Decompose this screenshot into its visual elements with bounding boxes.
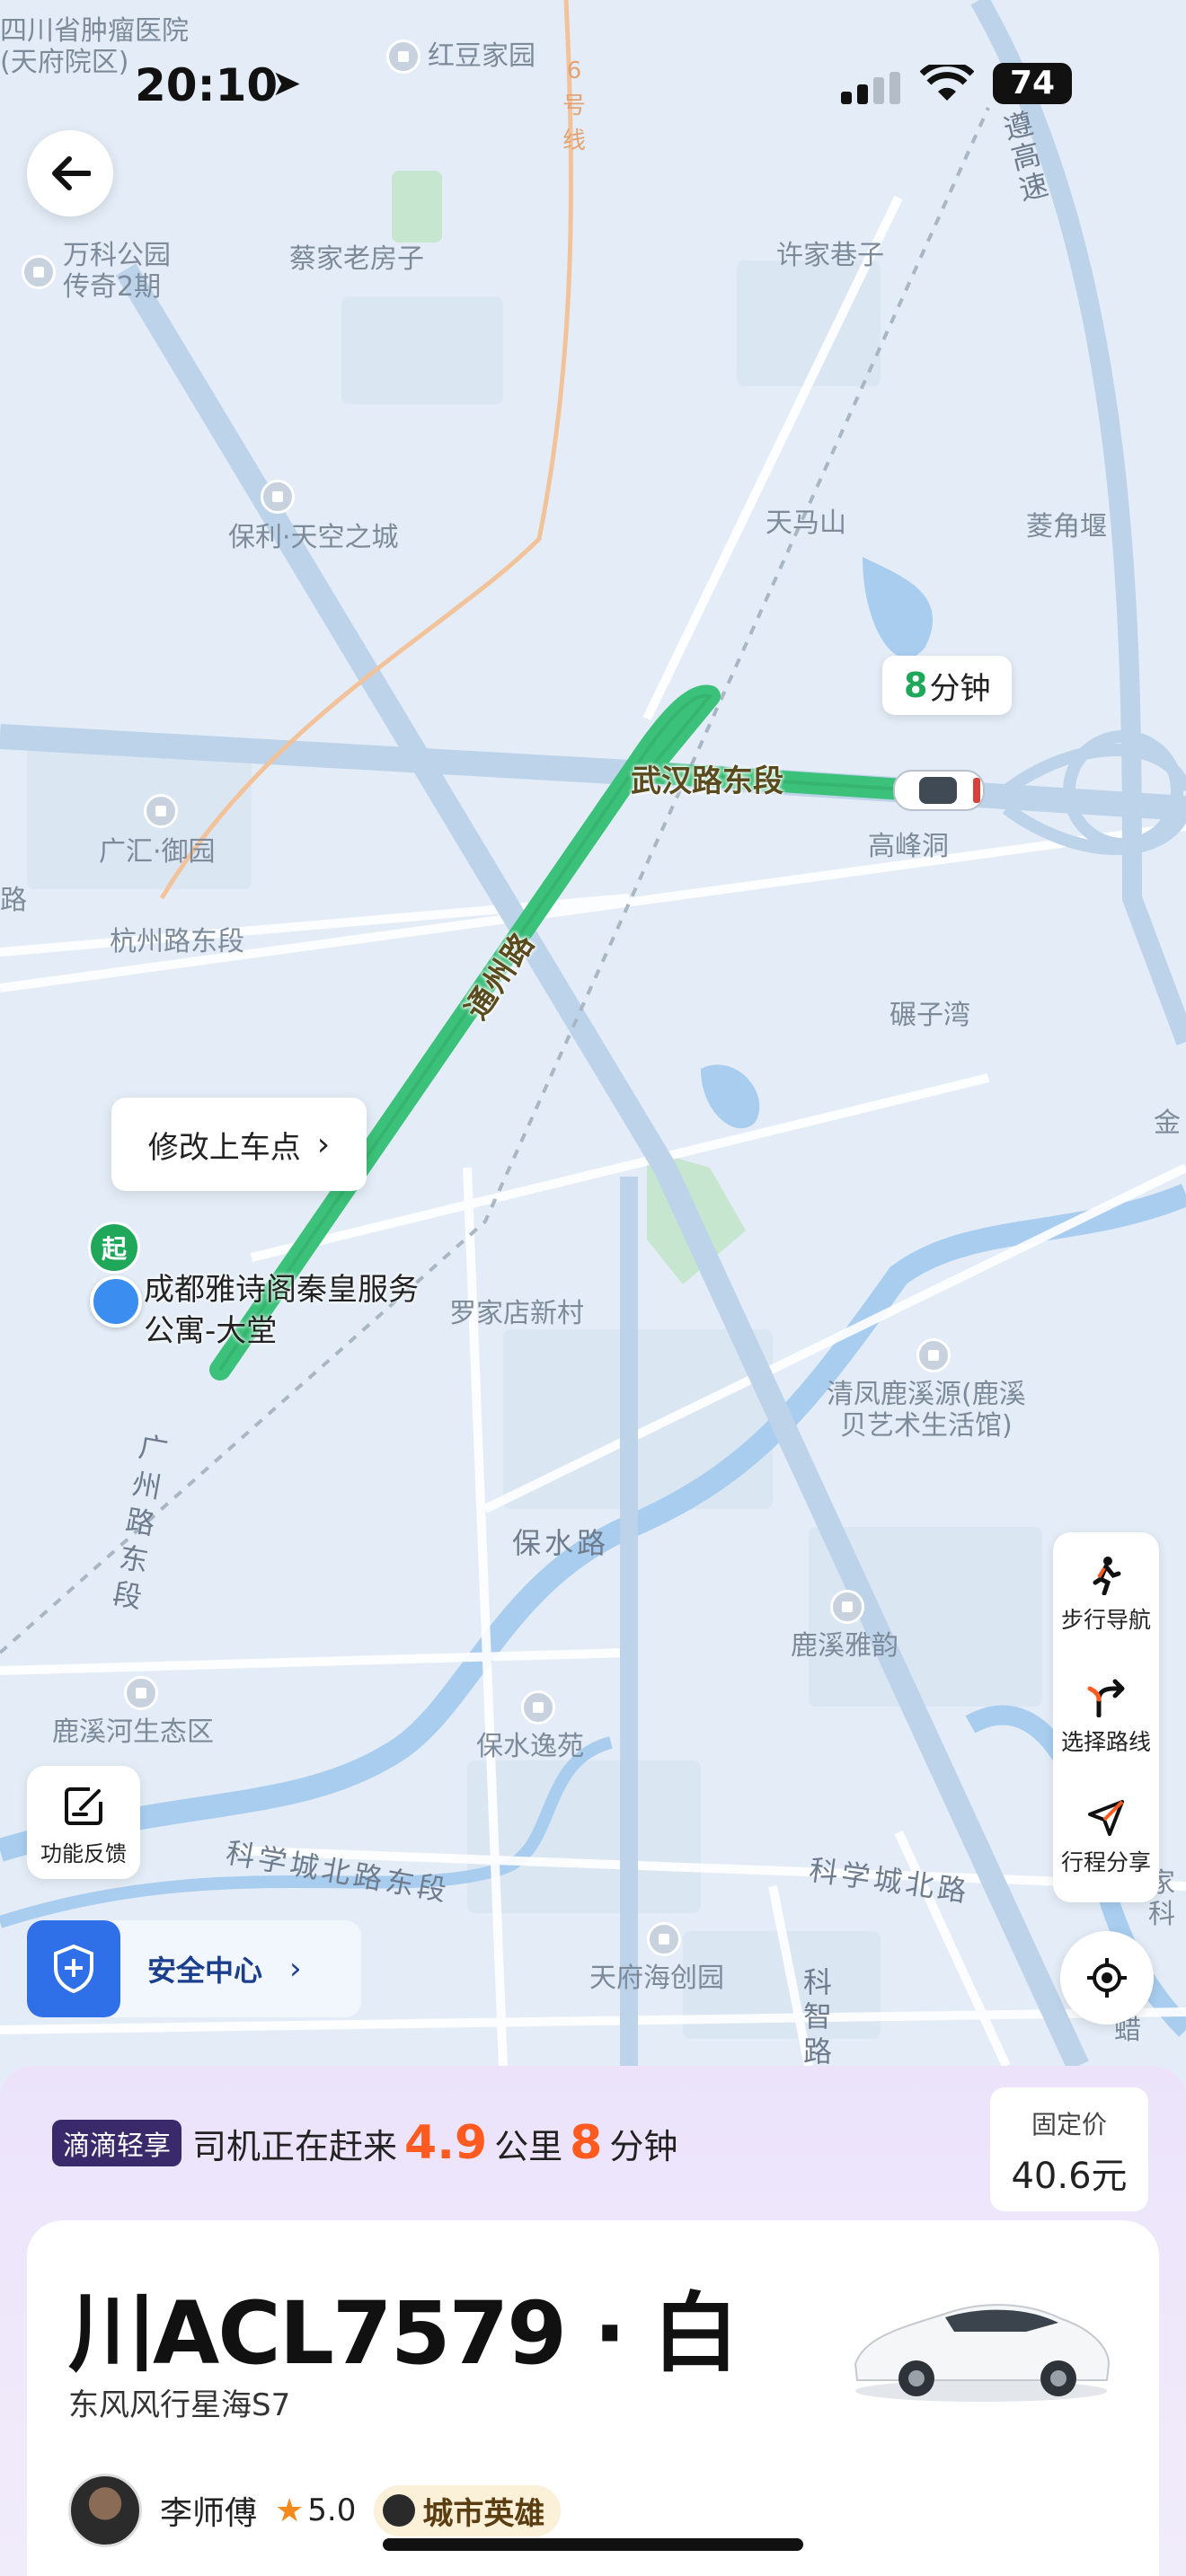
license-plate: 川ACL7579 · 白	[68, 2283, 739, 2384]
driver-rating: ★ 5.0	[275, 2492, 356, 2529]
eta-minutes: 8	[904, 666, 928, 705]
map-label-jin: 金	[1154, 1107, 1181, 1139]
edit-note-icon	[65, 1787, 102, 1825]
driver-name: 李师傅	[160, 2495, 258, 2532]
price-title: 固定价	[1031, 2110, 1107, 2139]
status-bar: 20:10 ➤ 74	[0, 54, 1186, 117]
status-time: 20:10	[135, 59, 279, 111]
map-label-kezhi: 科 智 路	[803, 1965, 836, 2069]
map-label-gaofengdong: 高峰洞	[868, 831, 949, 862]
map-label-caijia: 蔡家老房子	[289, 243, 424, 275]
feedback-button[interactable]: 功能反馈	[27, 1766, 140, 1879]
poi-baoshui-yiyuan[interactable]: 保水逸苑	[476, 1690, 584, 1763]
badge-icon	[383, 2494, 416, 2527]
poi-guanghui[interactable]: 广汇·御园	[99, 794, 216, 869]
driver-badge: 城市英雄	[374, 2484, 562, 2536]
poi-icon	[647, 1922, 681, 1956]
car-image	[854, 2304, 1111, 2402]
choose-route-button[interactable]: 选择路线	[1053, 1678, 1159, 1757]
poi-icon	[144, 794, 178, 828]
change-pickup-label: 修改上车点	[147, 1129, 301, 1166]
driver-coming-text: 司机正在赶来	[192, 2126, 398, 2166]
poi-tianfu-haichuang[interactable]: 天府海创园	[589, 1922, 724, 1995]
locate-me-button[interactable]	[1060, 1931, 1154, 2025]
poi-qingfeng[interactable]: 清凤鹿溪源(鹿溪 贝艺术生活馆)	[827, 1338, 1026, 1442]
walk-navigation-button[interactable]: 步行导航	[1053, 1556, 1159, 1635]
choose-route-label: 选择路线	[1060, 1729, 1151, 1755]
fixed-price-box[interactable]: 固定价 40.6元	[990, 2087, 1148, 2211]
crosshair-icon	[1087, 1958, 1127, 1998]
chevron-right-icon: ›	[289, 1951, 302, 1987]
poi-icon	[521, 1690, 555, 1725]
poi-icon	[124, 1676, 158, 1710]
share-arrow-icon	[1088, 1800, 1124, 1836]
shield-icon	[27, 1920, 120, 2017]
passenger-location-icon	[90, 1275, 142, 1328]
vehicle-card: 川ACL7579 · 白 东风风行星海S7 李师傅 ★ 5.0 城市英雄	[27, 2220, 1159, 2576]
eta-bubble: 8 分钟	[882, 656, 1013, 715]
poi-baoli[interactable]: 保利·天空之城	[228, 480, 399, 554]
route-road-label-wuhan: 武汉路东段	[631, 763, 783, 799]
driver-avatar	[68, 2474, 142, 2547]
route-fork-icon	[1087, 1679, 1125, 1717]
share-trip-label: 行程分享	[1060, 1849, 1151, 1875]
cellular-signal-icon	[841, 72, 900, 104]
driver-info[interactable]: 李师傅 ★ 5.0 城市英雄	[68, 2474, 562, 2547]
distance-value: 4.9	[404, 2116, 488, 2170]
walking-icon	[1093, 1557, 1121, 1595]
map-label-hangzhou: 杭州路东段	[110, 926, 244, 957]
map-label-luojiadian: 罗家店新村	[449, 1298, 584, 1329]
home-indicator	[383, 2538, 803, 2551]
start-marker: 起	[88, 1222, 140, 1274]
share-trip-button[interactable]: 行程分享	[1053, 1798, 1159, 1877]
rating-value: 5.0	[307, 2492, 357, 2528]
map-label-lu: 路	[0, 885, 27, 916]
map-label-lingjiao: 菱角堰	[1026, 511, 1107, 543]
battery-indicator: 74	[993, 63, 1072, 104]
star-icon: ★	[275, 2492, 305, 2529]
map-tools-panel: 步行导航 选择路线 行程分享	[1053, 1532, 1159, 1902]
safety-center-label: 安全中心	[147, 1954, 263, 1988]
car-model: 东风风行星海S7	[68, 2387, 291, 2423]
change-pickup-button[interactable]: 修改上车点 ›	[111, 1098, 367, 1191]
chevron-right-icon: ›	[316, 1125, 331, 1163]
walk-navigation-label: 步行导航	[1060, 1607, 1151, 1633]
time-unit: 分钟	[609, 2126, 678, 2166]
map-label-baoshui-road: 保水路	[512, 1526, 610, 1560]
price-value: 40.6元	[1011, 2156, 1128, 2197]
wifi-icon	[920, 65, 974, 101]
pickup-location-name: 成都雅诗阁秦皇服务公寓-大堂	[144, 1272, 419, 1349]
service-tag: 滴滴轻享	[52, 2120, 181, 2166]
arrow-left-icon	[52, 156, 91, 190]
location-arrow-icon: ➤	[271, 63, 302, 104]
map-label-tianmashan: 天马山	[766, 507, 846, 539]
trip-status-line: 滴滴轻享 司机正在赶来 4.9 公里 8 分钟	[52, 2116, 677, 2170]
map-label-xujia: 许家巷子	[776, 240, 884, 271]
poi-icon	[261, 480, 295, 514]
map-label-nianziwan: 碾子湾	[890, 1000, 970, 1031]
eta-unit: 分钟	[929, 670, 991, 707]
back-button[interactable]	[27, 130, 113, 216]
distance-unit: 公里	[494, 2126, 563, 2166]
time-value: 8	[570, 2116, 603, 2170]
feedback-label: 功能反馈	[40, 1841, 127, 1866]
poi-icon	[916, 1338, 951, 1372]
poi-icon	[830, 1590, 864, 1624]
safety-center-button[interactable]: 安全中心 ›	[27, 1920, 361, 2017]
poi-luxi-yayun[interactable]: 鹿溪雅韵	[791, 1590, 898, 1663]
poi-icon	[22, 254, 56, 289]
poi-luxi-park[interactable]: 鹿溪河生态区	[52, 1676, 214, 1749]
badge-label: 城市英雄	[422, 2495, 545, 2532]
poi-wanke[interactable]: 万科公园 传奇2期	[22, 240, 171, 303]
